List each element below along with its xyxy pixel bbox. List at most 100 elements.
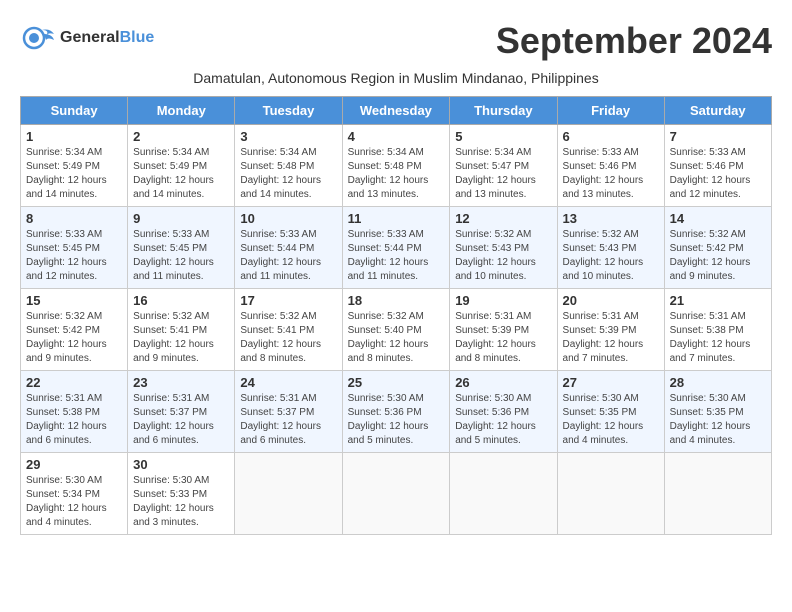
day-number: 14	[670, 211, 766, 226]
page-header: GeneralBlue September 2024	[20, 20, 772, 62]
calendar-table: SundayMondayTuesdayWednesdayThursdayFrid…	[20, 96, 772, 535]
calendar-cell: 4 Sunrise: 5:34 AM Sunset: 5:48 PM Dayli…	[342, 125, 450, 207]
subtitle: Damatulan, Autonomous Region in Muslim M…	[20, 70, 772, 86]
calendar-cell: 24 Sunrise: 5:31 AM Sunset: 5:37 PM Dayl…	[235, 371, 342, 453]
calendar-cell: 2 Sunrise: 5:34 AM Sunset: 5:49 PM Dayli…	[128, 125, 235, 207]
day-number: 20	[563, 293, 659, 308]
day-number: 10	[240, 211, 336, 226]
calendar-cell: 30 Sunrise: 5:30 AM Sunset: 5:33 PM Dayl…	[128, 453, 235, 535]
day-info: Sunrise: 5:34 AM Sunset: 5:49 PM Dayligh…	[133, 146, 229, 202]
day-number: 25	[348, 375, 445, 390]
weekday-header-sunday: Sunday	[21, 97, 128, 125]
day-number: 9	[133, 211, 229, 226]
calendar-week-1: 1 Sunrise: 5:34 AM Sunset: 5:49 PM Dayli…	[21, 125, 772, 207]
day-number: 28	[670, 375, 766, 390]
day-info: Sunrise: 5:31 AM Sunset: 5:39 PM Dayligh…	[563, 310, 659, 366]
day-number: 7	[670, 129, 766, 144]
calendar-cell: 6 Sunrise: 5:33 AM Sunset: 5:46 PM Dayli…	[557, 125, 664, 207]
calendar-cell: 18 Sunrise: 5:32 AM Sunset: 5:40 PM Dayl…	[342, 289, 450, 371]
day-number: 27	[563, 375, 659, 390]
day-number: 16	[133, 293, 229, 308]
day-info: Sunrise: 5:33 AM Sunset: 5:44 PM Dayligh…	[240, 228, 336, 284]
weekday-header-wednesday: Wednesday	[342, 97, 450, 125]
day-number: 23	[133, 375, 229, 390]
day-number: 2	[133, 129, 229, 144]
day-info: Sunrise: 5:33 AM Sunset: 5:46 PM Dayligh…	[563, 146, 659, 202]
day-number: 6	[563, 129, 659, 144]
calendar-cell: 5 Sunrise: 5:34 AM Sunset: 5:47 PM Dayli…	[450, 125, 557, 207]
day-info: Sunrise: 5:34 AM Sunset: 5:48 PM Dayligh…	[240, 146, 336, 202]
calendar-cell: 3 Sunrise: 5:34 AM Sunset: 5:48 PM Dayli…	[235, 125, 342, 207]
day-info: Sunrise: 5:31 AM Sunset: 5:37 PM Dayligh…	[240, 392, 336, 448]
day-number: 17	[240, 293, 336, 308]
calendar-week-3: 15 Sunrise: 5:32 AM Sunset: 5:42 PM Dayl…	[21, 289, 772, 371]
calendar-header-row: SundayMondayTuesdayWednesdayThursdayFrid…	[21, 97, 772, 125]
day-info: Sunrise: 5:33 AM Sunset: 5:45 PM Dayligh…	[133, 228, 229, 284]
day-info: Sunrise: 5:33 AM Sunset: 5:44 PM Dayligh…	[348, 228, 445, 284]
calendar-cell: 29 Sunrise: 5:30 AM Sunset: 5:34 PM Dayl…	[21, 453, 128, 535]
month-title: September 2024	[496, 20, 772, 62]
day-number: 12	[455, 211, 551, 226]
calendar-cell: 1 Sunrise: 5:34 AM Sunset: 5:49 PM Dayli…	[21, 125, 128, 207]
day-info: Sunrise: 5:32 AM Sunset: 5:43 PM Dayligh…	[563, 228, 659, 284]
day-number: 18	[348, 293, 445, 308]
weekday-header-monday: Monday	[128, 97, 235, 125]
day-number: 21	[670, 293, 766, 308]
logo-text: GeneralBlue	[60, 29, 154, 47]
calendar-cell: 7 Sunrise: 5:33 AM Sunset: 5:46 PM Dayli…	[664, 125, 771, 207]
day-info: Sunrise: 5:32 AM Sunset: 5:41 PM Dayligh…	[240, 310, 336, 366]
day-number: 4	[348, 129, 445, 144]
day-info: Sunrise: 5:30 AM Sunset: 5:35 PM Dayligh…	[563, 392, 659, 448]
logo: GeneralBlue	[20, 20, 154, 56]
calendar-cell: 15 Sunrise: 5:32 AM Sunset: 5:42 PM Dayl…	[21, 289, 128, 371]
day-info: Sunrise: 5:30 AM Sunset: 5:35 PM Dayligh…	[670, 392, 766, 448]
calendar-cell: 26 Sunrise: 5:30 AM Sunset: 5:36 PM Dayl…	[450, 371, 557, 453]
weekday-header-saturday: Saturday	[664, 97, 771, 125]
day-info: Sunrise: 5:32 AM Sunset: 5:40 PM Dayligh…	[348, 310, 445, 366]
day-info: Sunrise: 5:30 AM Sunset: 5:36 PM Dayligh…	[455, 392, 551, 448]
day-number: 8	[26, 211, 122, 226]
day-info: Sunrise: 5:32 AM Sunset: 5:43 PM Dayligh…	[455, 228, 551, 284]
calendar-week-5: 29 Sunrise: 5:30 AM Sunset: 5:34 PM Dayl…	[21, 453, 772, 535]
day-info: Sunrise: 5:34 AM Sunset: 5:49 PM Dayligh…	[26, 146, 122, 202]
day-info: Sunrise: 5:31 AM Sunset: 5:37 PM Dayligh…	[133, 392, 229, 448]
day-info: Sunrise: 5:31 AM Sunset: 5:38 PM Dayligh…	[26, 392, 122, 448]
calendar-cell: 9 Sunrise: 5:33 AM Sunset: 5:45 PM Dayli…	[128, 207, 235, 289]
day-number: 24	[240, 375, 336, 390]
day-number: 5	[455, 129, 551, 144]
day-number: 30	[133, 457, 229, 472]
day-info: Sunrise: 5:30 AM Sunset: 5:34 PM Dayligh…	[26, 474, 122, 530]
weekday-header-tuesday: Tuesday	[235, 97, 342, 125]
calendar-cell: 11 Sunrise: 5:33 AM Sunset: 5:44 PM Dayl…	[342, 207, 450, 289]
logo-icon	[20, 20, 56, 56]
day-number: 13	[563, 211, 659, 226]
day-info: Sunrise: 5:32 AM Sunset: 5:42 PM Dayligh…	[26, 310, 122, 366]
calendar-week-4: 22 Sunrise: 5:31 AM Sunset: 5:38 PM Dayl…	[21, 371, 772, 453]
calendar-cell: 23 Sunrise: 5:31 AM Sunset: 5:37 PM Dayl…	[128, 371, 235, 453]
calendar-cell: 25 Sunrise: 5:30 AM Sunset: 5:36 PM Dayl…	[342, 371, 450, 453]
calendar-cell: 22 Sunrise: 5:31 AM Sunset: 5:38 PM Dayl…	[21, 371, 128, 453]
calendar-cell: 13 Sunrise: 5:32 AM Sunset: 5:43 PM Dayl…	[557, 207, 664, 289]
day-info: Sunrise: 5:30 AM Sunset: 5:36 PM Dayligh…	[348, 392, 445, 448]
calendar-cell: 27 Sunrise: 5:30 AM Sunset: 5:35 PM Dayl…	[557, 371, 664, 453]
weekday-header-thursday: Thursday	[450, 97, 557, 125]
calendar-cell: 17 Sunrise: 5:32 AM Sunset: 5:41 PM Dayl…	[235, 289, 342, 371]
calendar-cell: 21 Sunrise: 5:31 AM Sunset: 5:38 PM Dayl…	[664, 289, 771, 371]
weekday-header-friday: Friday	[557, 97, 664, 125]
day-number: 3	[240, 129, 336, 144]
day-number: 19	[455, 293, 551, 308]
calendar-cell: 20 Sunrise: 5:31 AM Sunset: 5:39 PM Dayl…	[557, 289, 664, 371]
day-number: 15	[26, 293, 122, 308]
day-info: Sunrise: 5:34 AM Sunset: 5:47 PM Dayligh…	[455, 146, 551, 202]
calendar-cell: 8 Sunrise: 5:33 AM Sunset: 5:45 PM Dayli…	[21, 207, 128, 289]
day-number: 26	[455, 375, 551, 390]
calendar-cell	[664, 453, 771, 535]
day-info: Sunrise: 5:32 AM Sunset: 5:41 PM Dayligh…	[133, 310, 229, 366]
calendar-week-2: 8 Sunrise: 5:33 AM Sunset: 5:45 PM Dayli…	[21, 207, 772, 289]
calendar-cell: 28 Sunrise: 5:30 AM Sunset: 5:35 PM Dayl…	[664, 371, 771, 453]
calendar-cell	[557, 453, 664, 535]
day-info: Sunrise: 5:32 AM Sunset: 5:42 PM Dayligh…	[670, 228, 766, 284]
day-info: Sunrise: 5:30 AM Sunset: 5:33 PM Dayligh…	[133, 474, 229, 530]
day-number: 22	[26, 375, 122, 390]
calendar-cell: 14 Sunrise: 5:32 AM Sunset: 5:42 PM Dayl…	[664, 207, 771, 289]
